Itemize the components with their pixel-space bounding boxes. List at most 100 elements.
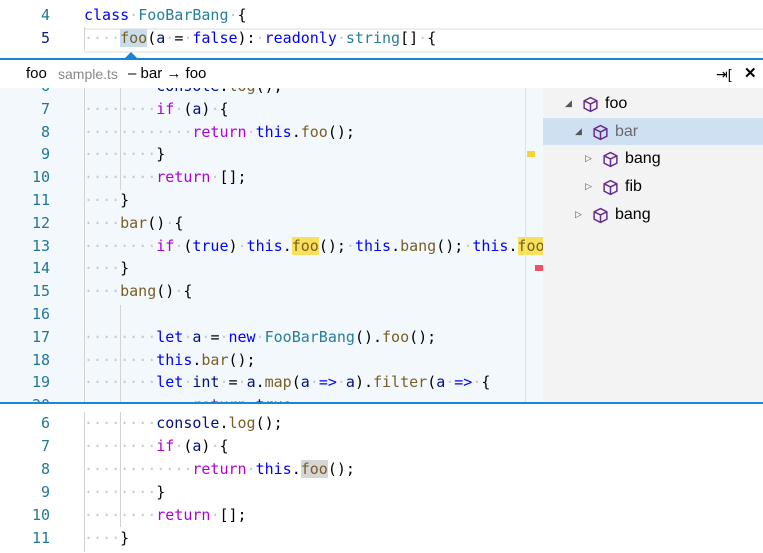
tree-item[interactable]: ▷ bang xyxy=(543,201,763,228)
token: . xyxy=(282,236,292,255)
line-number: 20 xyxy=(0,394,50,402)
token: return xyxy=(192,460,247,478)
peek-file[interactable]: sample.ts xyxy=(58,60,118,88)
token: => xyxy=(318,373,337,392)
code-line[interactable]: 6 ········console.log(); xyxy=(0,412,763,435)
token: return xyxy=(156,506,211,524)
line-text: class·FooBarBang·{ xyxy=(84,4,247,27)
code-line[interactable]: 11 ····} xyxy=(0,527,763,550)
code-line[interactable]: 7 ········if·(a)·{ xyxy=(0,98,543,121)
token: ········} xyxy=(84,145,166,164)
code-line[interactable]: 12 ····bar()·{ xyxy=(0,212,543,235)
line-number: 6 xyxy=(0,88,50,98)
code-line[interactable]: 16 xyxy=(0,303,543,326)
token: this xyxy=(246,236,283,255)
indent-guide xyxy=(84,412,85,552)
code-line[interactable]: 6 ········console.log(); xyxy=(0,88,543,98)
token: ·{ xyxy=(228,6,247,24)
token: ·( xyxy=(174,99,193,118)
token: FooBarBang xyxy=(264,327,355,346)
code-line[interactable]: 13 ········if·(true)·this.foo();·this.ban… xyxy=(0,235,543,258)
code-line[interactable]: 11 ····} xyxy=(0,189,543,212)
line-text: ········let·a·=·new·FooBarBang().foo(); xyxy=(84,326,436,349)
token: readonly xyxy=(264,29,337,47)
line-number: 7 xyxy=(40,99,50,118)
code-line[interactable]: 20 ············return·true; xyxy=(0,394,543,402)
token: FooBarBang xyxy=(138,6,229,24)
line-text: ····} xyxy=(84,189,129,212)
line-number: 9 xyxy=(40,145,50,164)
code-line[interactable]: 18 ········this.bar(); xyxy=(0,349,543,372)
code-line[interactable]: 5 ····foo(a·=·false):·readonly·string[]·{ xyxy=(0,27,763,50)
tree-item[interactable]: ◢ bar xyxy=(543,117,763,145)
token: []·{ xyxy=(400,29,437,47)
twisty-collapsed-icon[interactable]: ▷ xyxy=(585,145,592,172)
twisty-expanded-icon[interactable]: ◢ xyxy=(575,118,582,145)
token: (); xyxy=(228,350,256,369)
main-editor-top[interactable]: 4 class·FooBarBang·{5 ····foo(a·=·false):·… xyxy=(0,4,763,60)
token: · xyxy=(255,327,265,346)
tree-item[interactable]: ▷ bang xyxy=(543,145,763,172)
code-line[interactable]: 8 ············return·this.foo(); xyxy=(0,121,543,144)
code-line[interactable]: 10 ········return·[]; xyxy=(0,166,543,189)
line-number: 11 xyxy=(31,529,50,547)
code-line[interactable]: 17 ········let·a·=·new·FooBarBang().foo()… xyxy=(0,326,543,349)
token: ( xyxy=(147,29,157,47)
tree-item[interactable]: ◢ foo xyxy=(543,90,763,117)
token: (); xyxy=(409,327,437,346)
line-text: ········return·[]; xyxy=(84,504,247,527)
code-line[interactable]: 15 ····bang()·{ xyxy=(0,280,543,303)
peek-path: – bar → foo xyxy=(128,65,207,82)
code-line[interactable]: 19 ········let·int·=·a.map(a·=>·a).filter… xyxy=(0,371,543,394)
line-text: ········this.bar(); xyxy=(84,349,256,372)
code-line[interactable]: 7 ········if·(a)·{ xyxy=(0,435,763,458)
indent-guide xyxy=(120,305,121,402)
code-line[interactable]: 10 ········return·[]; xyxy=(0,504,763,527)
twisty-collapsed-icon[interactable]: ▷ xyxy=(585,173,592,200)
token: ····} xyxy=(84,191,130,209)
line-number: 8 xyxy=(40,122,50,141)
close-icon[interactable]: ✕ xyxy=(744,60,757,88)
peek-editor[interactable]: 6········console.log();7········if·(a)·{… xyxy=(0,88,543,402)
token: · xyxy=(129,6,139,24)
code-line[interactable]: 14 ····} xyxy=(0,257,543,280)
token: (); xyxy=(255,414,283,432)
twisty-collapsed-icon[interactable]: ▷ xyxy=(575,201,582,228)
token: ···· xyxy=(84,29,121,47)
token: if xyxy=(156,437,175,455)
token: ·[]; xyxy=(210,506,247,524)
open-to-side-icon[interactable]: ⇥[ xyxy=(716,60,732,88)
line-number: 11 xyxy=(31,191,50,209)
token: foo xyxy=(120,29,148,47)
token: foo xyxy=(517,236,543,255)
code-line[interactable]: 4 class·FooBarBang·{ xyxy=(0,4,763,27)
twisty-expanded-icon[interactable]: ◢ xyxy=(565,90,572,117)
token: ···· xyxy=(84,282,121,301)
code-line[interactable]: 8 ············return·this.foo(); xyxy=(0,458,763,481)
token: if xyxy=(156,99,175,118)
token: class xyxy=(84,6,130,24)
tree-item[interactable]: ▷ fib xyxy=(543,173,763,200)
token: bang xyxy=(120,282,157,301)
token: · xyxy=(246,460,256,478)
token: ·=· xyxy=(219,373,247,392)
line-number: 10 xyxy=(31,168,50,187)
indent-guide xyxy=(120,412,121,527)
token: bar xyxy=(120,213,148,232)
token: ()·{ xyxy=(156,282,193,301)
token: map xyxy=(264,373,292,392)
token: . xyxy=(291,460,301,478)
line-text: ········let·int·=·a.map(a·=>·a).filter(a… xyxy=(84,371,490,394)
token: ···· xyxy=(84,213,121,232)
line-number: 10 xyxy=(31,506,50,524)
token: => xyxy=(454,373,473,392)
peek-scrollbar[interactable] xyxy=(525,88,526,402)
code-line[interactable]: 9 ········} xyxy=(0,481,763,504)
token: foo xyxy=(382,327,410,346)
tree-item-label: bar xyxy=(615,122,639,140)
token: (). xyxy=(354,327,383,346)
peek-reference-tree[interactable]: ◢ foo ◢ bar ▷ bang ▷ fib ▷ bang xyxy=(543,88,763,402)
code-line[interactable]: 9 ········} xyxy=(0,143,543,166)
indent-guide xyxy=(120,88,121,190)
token: . xyxy=(291,122,301,141)
